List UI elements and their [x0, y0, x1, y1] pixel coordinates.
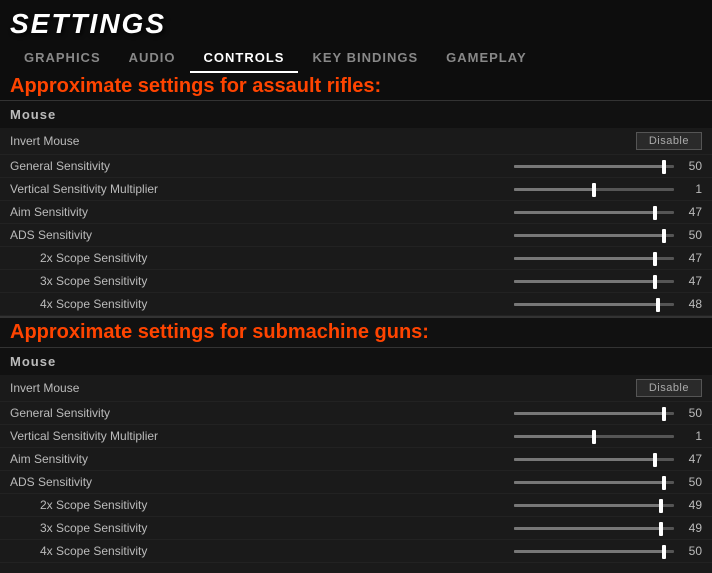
slider-track[interactable]: [514, 435, 674, 438]
table-row: 4x Scope Sensitivity 50: [0, 540, 712, 563]
slider-container: 47: [230, 205, 702, 219]
slider-track[interactable]: [514, 458, 674, 461]
row-label: 2x Scope Sensitivity: [40, 251, 260, 265]
slider-value: 49: [680, 498, 702, 512]
slider-track[interactable]: [514, 303, 674, 306]
slider-container: 47: [260, 251, 702, 265]
slider-container: 50: [230, 475, 702, 489]
slider-value: 50: [680, 228, 702, 242]
row-label: 3x Scope Sensitivity: [40, 521, 260, 535]
slider-track[interactable]: [514, 211, 674, 214]
row-label: 3x Scope Sensitivity: [40, 274, 260, 288]
slider-container: 50: [230, 406, 702, 420]
table-row: Invert Mouse Disable: [0, 375, 712, 402]
table-row: Vertical Sensitivity Multiplier 1: [0, 178, 712, 201]
row-label: Invert Mouse: [10, 381, 230, 395]
slider-value: 47: [680, 251, 702, 265]
slider-track[interactable]: [514, 257, 674, 260]
slider-value: 48: [680, 297, 702, 311]
slider-value: 50: [680, 475, 702, 489]
row-label: Vertical Sensitivity Multiplier: [10, 182, 230, 196]
row-label: Aim Sensitivity: [10, 452, 230, 466]
slider-container: 50: [230, 228, 702, 242]
slider-container: 50: [260, 544, 702, 558]
section1-header: Mouse: [0, 100, 712, 128]
row-label: Vertical Sensitivity Multiplier: [10, 429, 230, 443]
row-label: General Sensitivity: [10, 159, 230, 173]
table-row: 3x Scope Sensitivity 49: [0, 517, 712, 540]
table-row: ADS Sensitivity 50: [0, 224, 712, 247]
annotation-assault: Approximate settings for assault rifles:: [0, 73, 712, 100]
row-label: 4x Scope Sensitivity: [40, 297, 260, 311]
slider-container: 49: [260, 521, 702, 535]
row-label: Aim Sensitivity: [10, 205, 230, 219]
table-row: General Sensitivity 50: [0, 155, 712, 178]
table-row: 4x Scope Sensitivity 48: [0, 293, 712, 316]
slider-value: 1: [680, 429, 702, 443]
row-label: ADS Sensitivity: [10, 475, 230, 489]
slider-value: 50: [680, 159, 702, 173]
slider-track[interactable]: [514, 234, 674, 237]
slider-value: 47: [680, 452, 702, 466]
slider-container: 47: [260, 274, 702, 288]
tab-gameplay[interactable]: GAMEPLAY: [432, 44, 540, 73]
slider-container: 50: [230, 159, 702, 173]
slider-track[interactable]: [514, 481, 674, 484]
table-row: 2x Scope Sensitivity 49: [0, 494, 712, 517]
table-row: ADS Sensitivity 50: [0, 471, 712, 494]
tab-graphics[interactable]: GRAPHICS: [10, 44, 115, 73]
slider-value: 1: [680, 182, 702, 196]
table-row: Aim Sensitivity 47: [0, 448, 712, 471]
page-title: SETTINGS: [10, 8, 702, 40]
slider-container: 1: [230, 182, 702, 196]
section2-header: Mouse: [0, 347, 712, 375]
row-control: Disable: [230, 379, 702, 397]
tab-keybindings[interactable]: KEY BINDINGS: [298, 44, 432, 73]
invert-mouse-toggle-1[interactable]: Disable: [636, 132, 702, 150]
slider-value: 50: [680, 406, 702, 420]
row-label: 2x Scope Sensitivity: [40, 498, 260, 512]
slider-track[interactable]: [514, 188, 674, 191]
slider-track[interactable]: [514, 504, 674, 507]
slider-track[interactable]: [514, 280, 674, 283]
invert-mouse-toggle-2[interactable]: Disable: [636, 379, 702, 397]
slider-track[interactable]: [514, 527, 674, 530]
slider-container: 1: [230, 429, 702, 443]
slider-track[interactable]: [514, 165, 674, 168]
row-control: Disable: [230, 132, 702, 150]
slider-value: 47: [680, 274, 702, 288]
annotation-smg: Approximate settings for submachine guns…: [0, 316, 712, 347]
row-label: General Sensitivity: [10, 406, 230, 420]
nav-tabs: GRAPHICS AUDIO CONTROLS KEY BINDINGS GAM…: [10, 44, 702, 73]
table-row: Invert Mouse Disable: [0, 128, 712, 155]
table-row: General Sensitivity 50: [0, 402, 712, 425]
header: SETTINGS GRAPHICS AUDIO CONTROLS KEY BIN…: [0, 0, 712, 73]
table-row: Vertical Sensitivity Multiplier 1: [0, 425, 712, 448]
table-row: Aim Sensitivity 47: [0, 201, 712, 224]
table-row: 3x Scope Sensitivity 47: [0, 270, 712, 293]
row-label: ADS Sensitivity: [10, 228, 230, 242]
slider-track[interactable]: [514, 412, 674, 415]
slider-track[interactable]: [514, 550, 674, 553]
table-row: 2x Scope Sensitivity 47: [0, 247, 712, 270]
slider-value: 50: [680, 544, 702, 558]
slider-container: 47: [230, 452, 702, 466]
row-label: 4x Scope Sensitivity: [40, 544, 260, 558]
slider-container: 49: [260, 498, 702, 512]
slider-value: 47: [680, 205, 702, 219]
content: Approximate settings for assault rifles:…: [0, 73, 712, 573]
tab-audio[interactable]: AUDIO: [115, 44, 190, 73]
tab-controls[interactable]: CONTROLS: [190, 44, 299, 73]
row-label: Invert Mouse: [10, 134, 230, 148]
slider-value: 49: [680, 521, 702, 535]
slider-container: 48: [260, 297, 702, 311]
